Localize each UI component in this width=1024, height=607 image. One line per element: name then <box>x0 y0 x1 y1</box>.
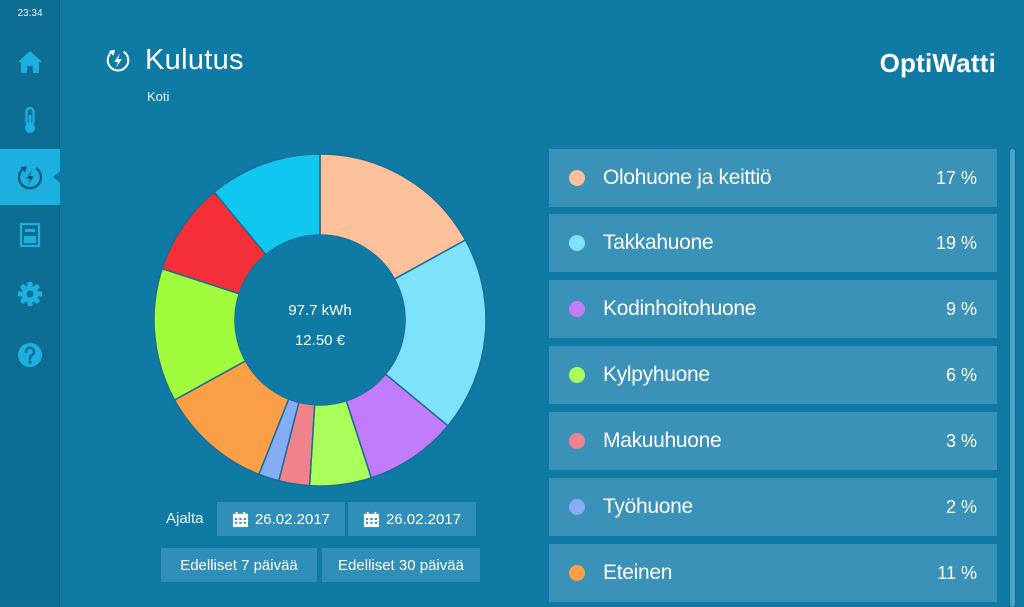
room-color-dot <box>569 433 585 449</box>
total-energy: 97.7 kWh <box>288 302 352 319</box>
room-row[interactable]: Takkahuone 19 % <box>549 214 997 272</box>
room-percent: 9 % <box>945 298 977 319</box>
sidebar: 23:34 <box>0 0 60 607</box>
room-row[interactable]: Kylpyhuone 6 % <box>549 346 997 404</box>
end-date-button[interactable]: 26.02.2017 <box>348 502 476 536</box>
room-name: Olohuone ja keittiö <box>603 166 772 189</box>
device-icon <box>19 222 41 248</box>
sidebar-item-consumption[interactable] <box>0 149 60 205</box>
sidebar-item-home[interactable] <box>0 34 60 90</box>
room-row[interactable]: Kodinhoitohuone 9 % <box>549 280 997 338</box>
total-cost: 12.50 € <box>294 332 346 349</box>
room-percent: 19 % <box>935 232 977 253</box>
brand-logo: OptiWatti <box>879 48 996 78</box>
room-percent: 2 % <box>945 496 977 517</box>
room-color-dot <box>569 235 585 251</box>
room-name: Työhuone <box>603 495 693 518</box>
calendar-icon <box>363 511 380 527</box>
last-7-days-button[interactable]: Edelliset 7 päivää <box>161 548 317 582</box>
room-row[interactable]: Eteinen 11 % <box>549 544 997 602</box>
room-name: Makuuhuone <box>603 429 722 452</box>
room-percent: 11 % <box>937 562 977 583</box>
room-color-dot <box>569 301 585 317</box>
app-root: 23:34 Kulutus Koti OptiWatti 97.7 kWh 12… <box>0 0 1024 607</box>
room-row[interactable]: Olohuone ja keittiö 17 % <box>549 149 997 207</box>
room-row[interactable]: Työhuone 2 % <box>549 478 997 536</box>
help-icon <box>18 343 42 367</box>
end-date-value: 26.02.2017 <box>385 510 462 528</box>
calendar-icon <box>232 511 249 527</box>
room-color-dot <box>569 565 585 581</box>
start-date-button[interactable]: 26.02.2017 <box>217 502 345 536</box>
room-name: Kylpyhuone <box>603 363 710 386</box>
last-30-days-button[interactable]: Edelliset 30 päivää <box>322 548 480 582</box>
thermometer-icon <box>25 106 35 133</box>
sidebar-item-temperature[interactable] <box>0 92 60 148</box>
room-list-scrollbar[interactable] <box>1010 149 1015 607</box>
page-subtitle: Koti <box>147 89 170 104</box>
room-color-dot <box>569 499 585 515</box>
room-color-dot <box>569 367 585 383</box>
room-name: Kodinhoitohuone <box>603 297 757 320</box>
sidebar-item-device[interactable] <box>0 207 60 263</box>
chart-center-summary: 97.7 kWh 12.50 € <box>240 296 400 356</box>
sidebar-item-help[interactable] <box>0 327 60 383</box>
start-date-value: 26.02.2017 <box>254 510 331 528</box>
date-range-label: Ajalta <box>166 510 204 527</box>
room-percent: 6 % <box>945 364 977 385</box>
gear-icon <box>18 282 42 306</box>
page-title: Kulutus <box>145 44 244 76</box>
room-color-dot <box>569 170 585 186</box>
home-icon <box>18 51 42 73</box>
room-percent: 3 % <box>945 430 977 451</box>
status-clock: 23:34 <box>17 8 43 19</box>
room-name: Eteinen <box>603 561 673 584</box>
room-row[interactable]: Makuuhuone 3 % <box>549 412 997 470</box>
room-name: Takkahuone <box>603 231 714 254</box>
energy-icon <box>17 166 43 190</box>
energy-icon <box>106 49 130 72</box>
sidebar-item-settings[interactable] <box>0 266 60 322</box>
room-percent: 17 % <box>935 167 977 188</box>
